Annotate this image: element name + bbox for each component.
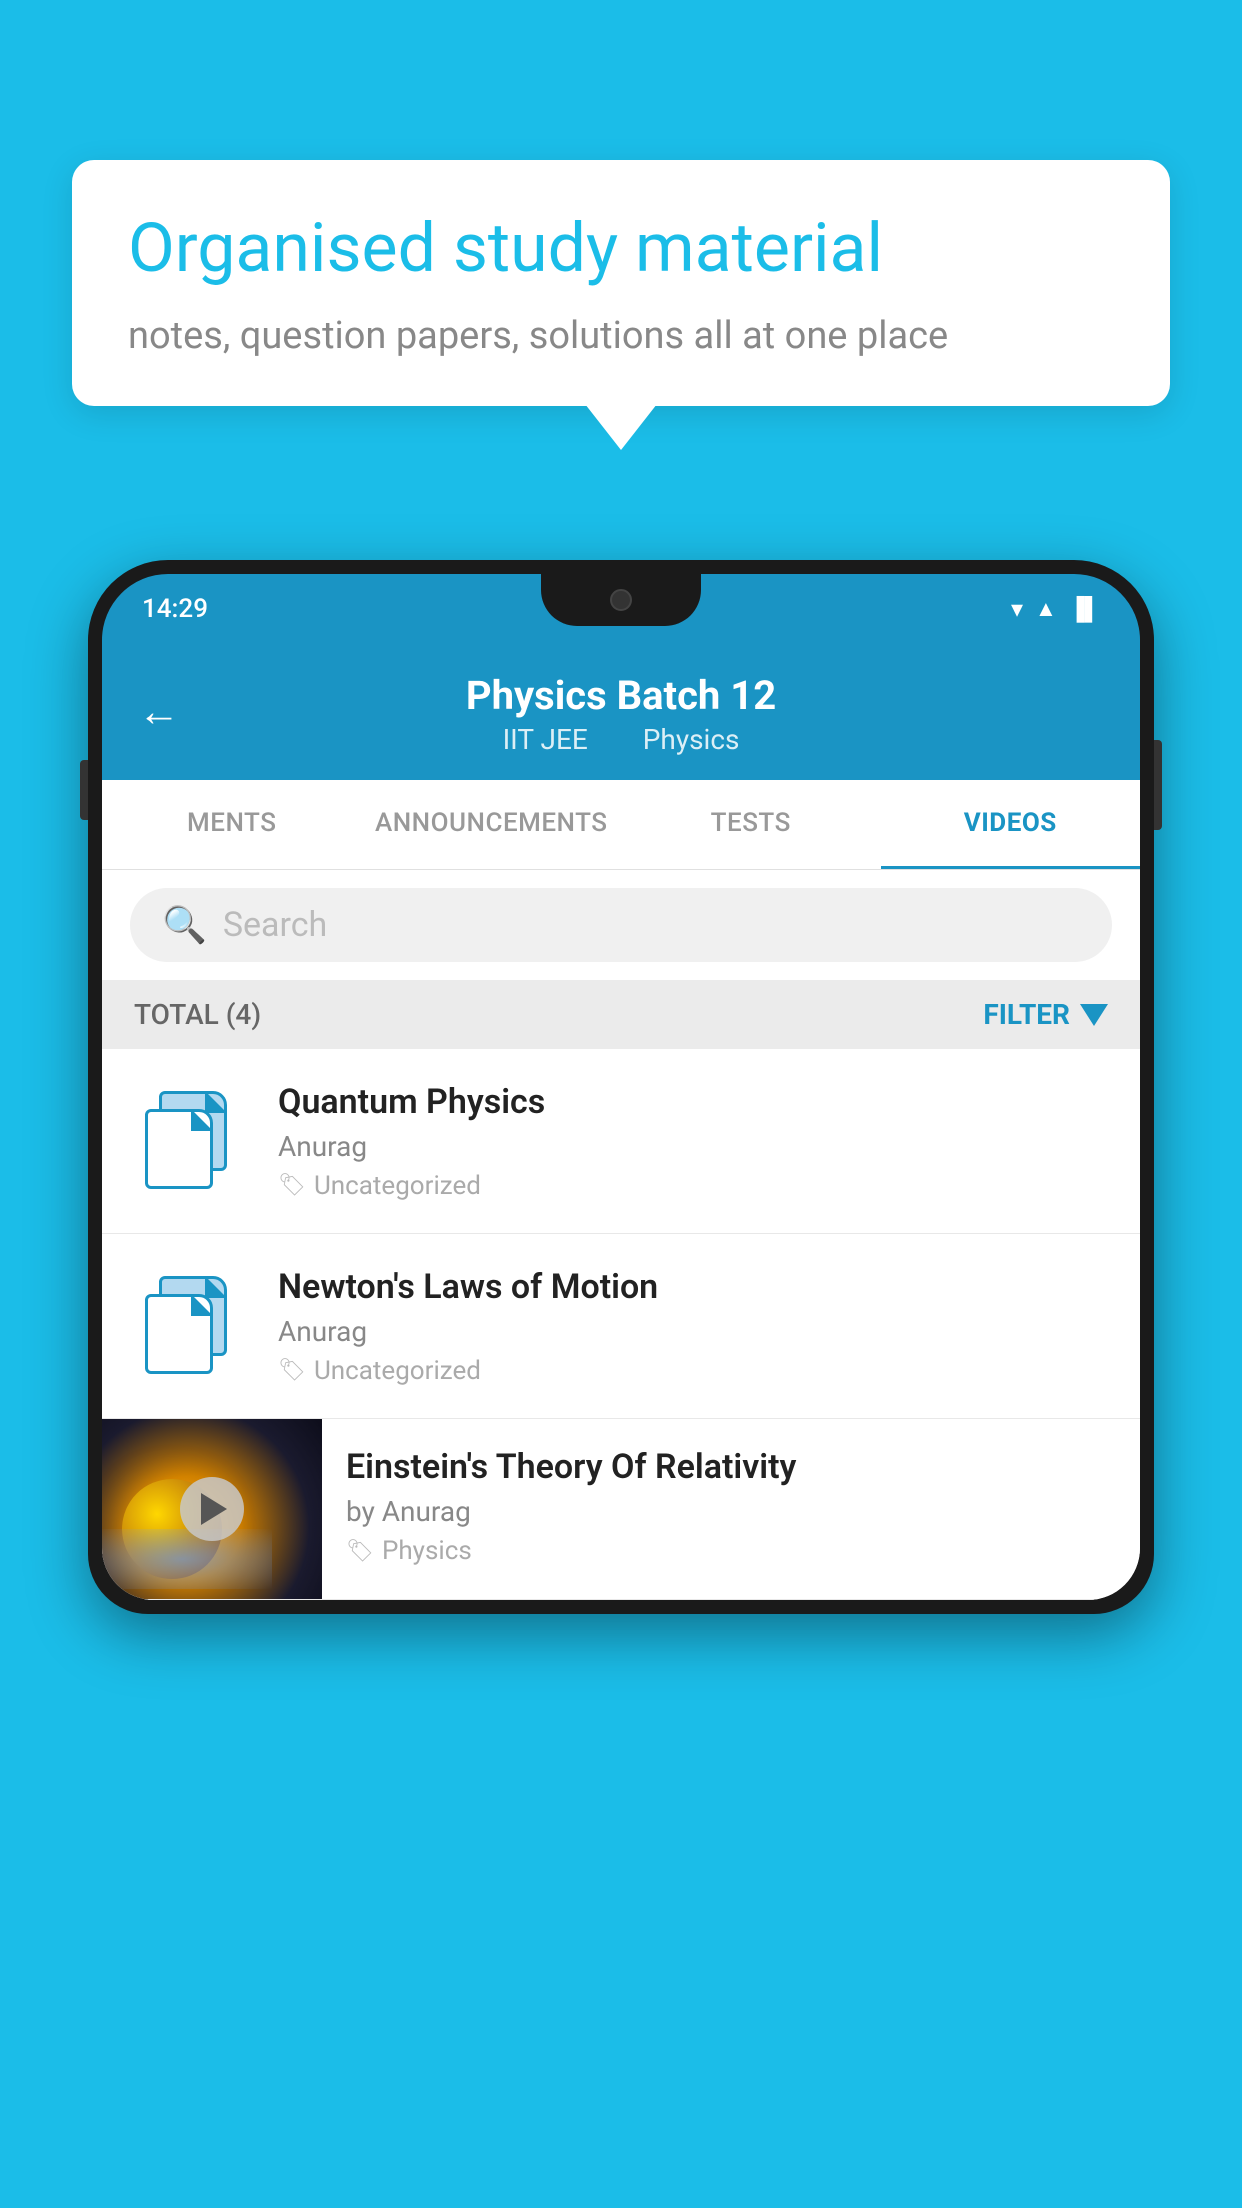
video-title: Quantum Physics (278, 1082, 1112, 1122)
tab-ments[interactable]: MENTS (102, 780, 362, 869)
speech-bubble-card: Organised study material notes, question… (72, 160, 1170, 406)
tag-physics: Physics (643, 723, 740, 756)
volume-button (80, 760, 88, 820)
total-count-label: TOTAL (4) (134, 998, 261, 1031)
filter-bar: TOTAL (4) FILTER (102, 980, 1140, 1049)
file-icon-front (145, 1294, 213, 1374)
filter-button[interactable]: FILTER (983, 998, 1108, 1031)
phone-screen: ← Physics Batch 12 IIT JEE Physics MENTS… (102, 644, 1140, 1600)
tab-tests[interactable]: TESTS (621, 780, 881, 869)
video-tag: 🏷 Uncategorized (278, 1171, 1112, 1201)
video-file-icon (130, 1266, 250, 1386)
glow-decoration (102, 1529, 272, 1589)
tab-announcements[interactable]: ANNOUNCEMENTS (362, 780, 622, 869)
status-icons: ▾ ▲ ▐▌ (1011, 595, 1100, 623)
list-item[interactable]: Newton's Laws of Motion Anurag 🏷 Uncateg… (102, 1234, 1140, 1419)
search-bar[interactable]: 🔍 Search (130, 888, 1112, 962)
phone-notch (541, 574, 701, 626)
search-icon: 🔍 (162, 904, 207, 946)
back-button[interactable]: ← (138, 688, 180, 737)
play-icon (201, 1493, 227, 1525)
video-info: Einstein's Theory Of Relativity by Anura… (322, 1419, 1140, 1594)
video-info: Quantum Physics Anurag 🏷 Uncategorized (278, 1082, 1112, 1201)
video-info: Newton's Laws of Motion Anurag 🏷 Uncateg… (278, 1267, 1112, 1386)
tag-label: Uncategorized (314, 1171, 481, 1201)
video-tag: 🏷 Physics (346, 1536, 1116, 1566)
search-input[interactable]: Search (223, 905, 327, 945)
list-item[interactable]: Einstein's Theory Of Relativity by Anura… (102, 1419, 1140, 1600)
wifi-icon: ▾ (1011, 595, 1023, 623)
video-file-icon (130, 1081, 250, 1201)
signal-icon: ▲ (1035, 596, 1057, 622)
file-icon-front (145, 1109, 213, 1189)
video-list: Quantum Physics Anurag 🏷 Uncategorized (102, 1049, 1140, 1600)
file-icon-group (145, 1276, 235, 1376)
tabs-bar: MENTS ANNOUNCEMENTS TESTS VIDEOS (102, 780, 1140, 870)
header-subtitle: IIT JEE Physics (491, 723, 752, 756)
search-bar-wrapper: 🔍 Search (102, 870, 1140, 980)
list-item[interactable]: Quantum Physics Anurag 🏷 Uncategorized (102, 1049, 1140, 1234)
header-title: Physics Batch 12 (466, 672, 776, 719)
tag-iit-jee: IIT JEE (503, 723, 588, 756)
app-header: ← Physics Batch 12 IIT JEE Physics (102, 644, 1140, 780)
tag-icon: 🏷 (278, 1358, 306, 1383)
video-author: Anurag (278, 1130, 1112, 1163)
bubble-title: Organised study material (128, 208, 1114, 290)
filter-label: FILTER (983, 998, 1070, 1031)
video-title: Newton's Laws of Motion (278, 1267, 1112, 1307)
file-icon-group (145, 1091, 235, 1191)
status-time: 14:29 (142, 594, 208, 624)
phone-mockup: 14:29 ▾ ▲ ▐▌ ← Physics Batch 12 IIT JEE … (88, 560, 1154, 2208)
camera (610, 589, 632, 611)
video-tag: 🏷 Uncategorized (278, 1356, 1112, 1386)
tag-label: Physics (382, 1536, 472, 1566)
video-author: Anurag (278, 1315, 1112, 1348)
tag-icon: 🏷 (278, 1173, 306, 1198)
power-button (1154, 740, 1162, 830)
battery-icon: ▐▌ (1069, 596, 1100, 622)
tag-label: Uncategorized (314, 1356, 481, 1386)
video-thumbnail-image (102, 1419, 322, 1599)
status-bar: 14:29 ▾ ▲ ▐▌ (102, 574, 1140, 644)
filter-icon (1080, 1004, 1108, 1026)
play-button-overlay[interactable] (180, 1477, 244, 1541)
video-author: by Anurag (346, 1495, 1116, 1528)
tag-icon: 🏷 (346, 1539, 374, 1564)
video-title: Einstein's Theory Of Relativity (346, 1447, 1116, 1487)
tab-videos[interactable]: VIDEOS (881, 780, 1141, 869)
bubble-subtitle: notes, question papers, solutions all at… (128, 314, 1114, 358)
